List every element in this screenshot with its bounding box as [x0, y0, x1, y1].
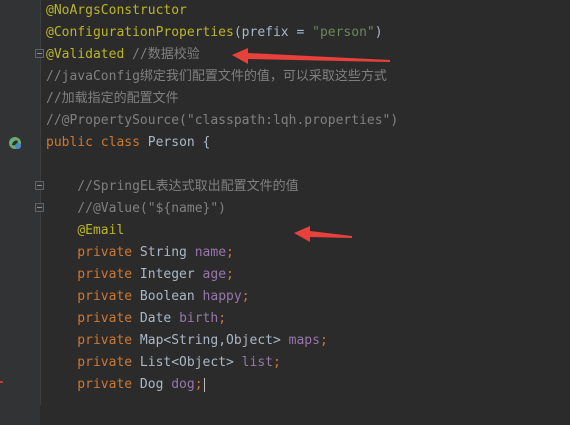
code-token: ;	[272, 355, 281, 370]
code-line[interactable]: public class Person {	[46, 132, 210, 154]
code-line[interactable]: @NoArgsConstructor	[46, 0, 187, 22]
code-token: @Validated	[46, 47, 125, 62]
code-token: private	[46, 267, 140, 282]
text-caret	[203, 377, 205, 392]
code-line[interactable]: //SpringEL表达式取出配置文件的值	[46, 176, 299, 198]
code-line[interactable]: private String name;	[46, 242, 234, 264]
code-token: ;	[241, 289, 250, 304]
code-token: private	[46, 311, 140, 326]
code-token: //@PropertySource("classpath:lqh.propert…	[46, 113, 399, 128]
code-token: private	[46, 333, 140, 348]
code-token: Map<String,Object>	[139, 333, 289, 348]
code-token: //@Value("${name}")	[46, 201, 227, 216]
code-token: List<Object>	[139, 355, 242, 370]
code-line[interactable]: @ConfigurationProperties(prefix = "perso…	[46, 22, 383, 44]
code-token: name	[194, 245, 227, 260]
code-token: @Email	[77, 223, 125, 238]
code-token: private	[46, 289, 140, 304]
code-token: //javaConfig绑定我们配置文件的值，可以采取这些方式	[46, 69, 387, 84]
code-token: class	[100, 135, 148, 150]
code-token: //数据校验	[124, 47, 200, 62]
code-token: private	[46, 245, 140, 260]
code-line[interactable]: //加载指定的配置文件	[46, 88, 179, 110]
code-token: //加载指定的配置文件	[46, 91, 179, 106]
code-line[interactable]: private Map<String,Object> maps;	[46, 330, 328, 352]
code-token: Boolean	[139, 289, 203, 304]
code-token: ;	[226, 267, 234, 282]
code-line[interactable]: private Dog dog;	[46, 374, 205, 396]
code-token: ;	[226, 245, 234, 260]
code-token: maps	[288, 333, 320, 348]
code-token: )	[374, 25, 383, 40]
code-token: private	[46, 355, 140, 370]
code-token: Person {	[147, 135, 211, 150]
code-line[interactable]: private Integer age;	[46, 264, 234, 286]
code-token: private	[46, 377, 140, 392]
code-token: ;	[218, 311, 227, 326]
code-token: "person"	[312, 25, 375, 40]
code-token: String	[139, 245, 195, 260]
code-token: @NoArgsConstructor	[46, 3, 187, 18]
code-line[interactable]: //@Value("${name}")	[46, 198, 226, 220]
code-token: Integer	[139, 267, 203, 282]
code-token: dog	[171, 377, 195, 392]
code-token: list	[241, 355, 273, 370]
code-line[interactable]: @Email	[46, 220, 124, 242]
code-token: birth	[179, 311, 219, 326]
code-line[interactable]: private Date birth;	[46, 308, 226, 330]
code-line[interactable]: @Validated //数据校验	[46, 44, 200, 66]
code-token: ;	[194, 377, 203, 392]
code-token: age	[202, 267, 227, 282]
code-token: Date	[139, 311, 180, 326]
code-line[interactable]: //javaConfig绑定我们配置文件的值，可以采取这些方式	[46, 66, 387, 88]
code-editor[interactable]: @NoArgsConstructor @ConfigurationProperti…	[0, 0, 570, 425]
code-token: public	[46, 135, 101, 150]
code-token: Dog	[139, 377, 172, 392]
code-token: @ConfigurationProperties	[46, 25, 234, 40]
code-line[interactable]: //@PropertySource("classpath:lqh.propert…	[46, 110, 398, 132]
code-line[interactable]: private Boolean happy;	[46, 286, 250, 308]
code-token: (prefix =	[233, 25, 313, 40]
code-token: happy	[202, 289, 242, 304]
code-token: ;	[319, 333, 328, 348]
code-line[interactable]: private List<Object> list;	[46, 352, 281, 374]
code-token: //SpringEL表达式取出配置文件的值	[46, 179, 299, 194]
